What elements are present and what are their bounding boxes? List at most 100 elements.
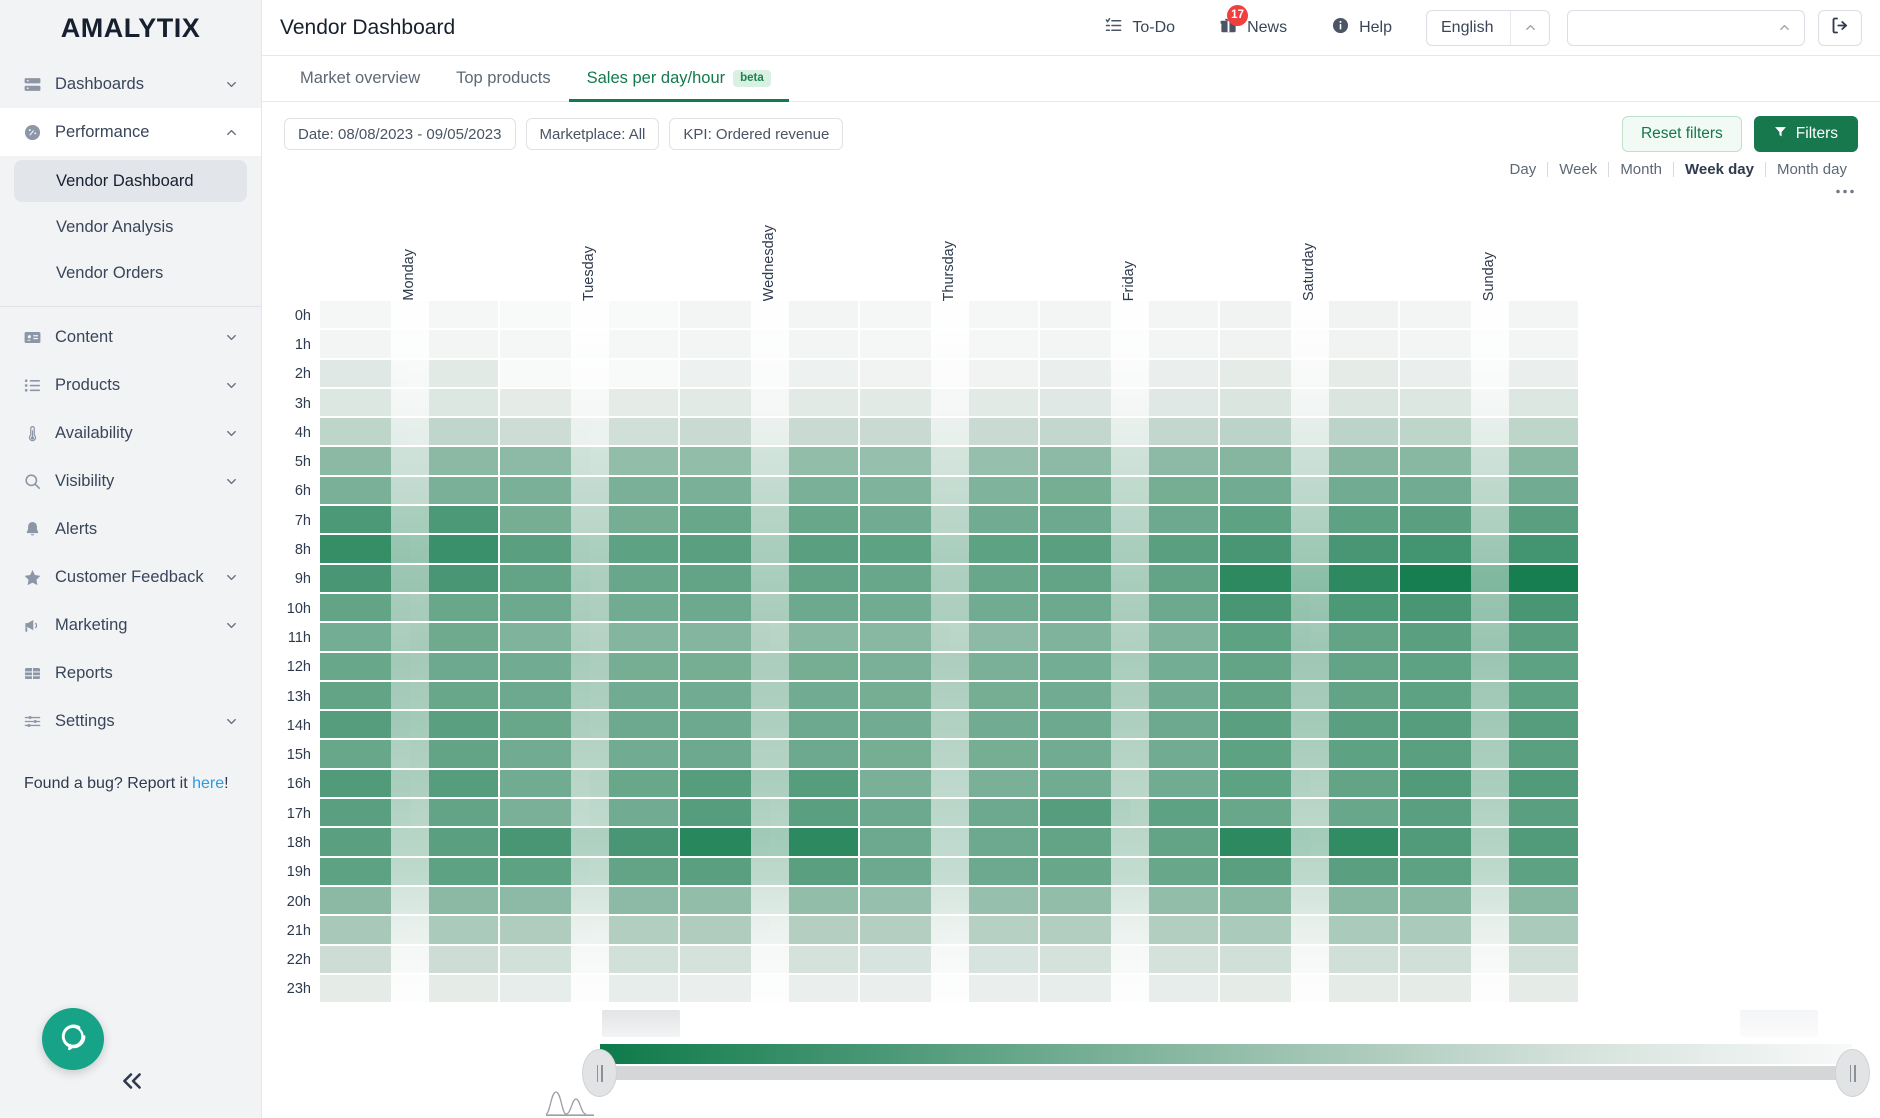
heatmap-cell[interactable] xyxy=(1400,301,1490,331)
heatmap-cell[interactable] xyxy=(680,769,770,800)
heatmap-cell[interactable] xyxy=(590,564,680,594)
heatmap-cell[interactable] xyxy=(1490,476,1580,507)
heatmap-cell[interactable] xyxy=(770,857,860,887)
heatmap-cell[interactable] xyxy=(1040,681,1130,712)
heatmap-cell[interactable] xyxy=(500,418,590,448)
language-select[interactable]: English xyxy=(1426,9,1550,46)
heatmap-cell[interactable] xyxy=(500,388,590,419)
sidebar-subitem-vendor-dashboard[interactable]: Vendor Dashboard xyxy=(14,160,247,202)
heatmap-cell[interactable] xyxy=(1400,418,1490,448)
heatmap-cell[interactable] xyxy=(1040,476,1130,507)
heatmap-cell[interactable] xyxy=(1310,740,1400,770)
heatmap-cell[interactable] xyxy=(860,740,950,770)
heatmap-cell[interactable] xyxy=(860,799,950,829)
account-select[interactable] xyxy=(1567,9,1805,46)
heatmap-cell[interactable] xyxy=(1490,799,1580,829)
tab-sales-per-day-hour[interactable]: Sales per day/hour beta xyxy=(568,69,789,102)
heatmap-cell[interactable] xyxy=(1400,886,1490,917)
heatmap-cell[interactable] xyxy=(860,301,950,331)
heatmap-cell[interactable] xyxy=(860,418,950,448)
heatmap-cell[interactable] xyxy=(1400,916,1490,946)
heatmap-cell[interactable] xyxy=(950,769,1040,800)
heatmap-cell[interactable] xyxy=(590,388,680,419)
heatmap-cell[interactable] xyxy=(680,535,770,565)
sidebar-item-performance[interactable]: Performance xyxy=(0,108,261,156)
heatmap-cell[interactable] xyxy=(770,740,860,770)
heatmap-cell[interactable] xyxy=(590,418,680,448)
heatmap-cell[interactable] xyxy=(1400,388,1490,419)
heatmap-cell[interactable] xyxy=(680,857,770,887)
heatmap-cell[interactable] xyxy=(410,769,500,800)
heatmap-cell[interactable] xyxy=(1310,974,1400,1005)
heatmap-cell[interactable] xyxy=(410,418,500,448)
heatmap-cell[interactable] xyxy=(500,886,590,917)
heatmap-cell[interactable] xyxy=(680,681,770,712)
heatmap-cell[interactable] xyxy=(590,447,680,477)
heatmap-cell[interactable] xyxy=(680,652,770,682)
heatmap-cell[interactable] xyxy=(860,623,950,653)
heatmap-cell[interactable] xyxy=(680,916,770,946)
heatmap-cell[interactable] xyxy=(950,886,1040,917)
heatmap-cell[interactable] xyxy=(500,447,590,477)
heatmap-cell[interactable] xyxy=(860,593,950,624)
heatmap-cell[interactable] xyxy=(1490,593,1580,624)
sidebar-subitem-vendor-orders[interactable]: Vendor Orders xyxy=(14,252,247,294)
heatmap-cell[interactable] xyxy=(680,974,770,1005)
heatmap-cell[interactable] xyxy=(1400,799,1490,829)
heatmap-cell[interactable] xyxy=(1220,769,1310,800)
heatmap-cell[interactable] xyxy=(1130,828,1220,858)
heatmap-cell[interactable] xyxy=(1400,711,1490,741)
heatmap-cell[interactable] xyxy=(1130,535,1220,565)
heatmap-cell[interactable] xyxy=(410,301,500,331)
heatmap-cell[interactable] xyxy=(1040,974,1130,1005)
heatmap-cell[interactable] xyxy=(500,681,590,712)
heatmap-cell[interactable] xyxy=(1490,564,1580,594)
heatmap-cell[interactable] xyxy=(590,681,680,712)
heatmap-cell[interactable] xyxy=(500,916,590,946)
heatmap-cell[interactable] xyxy=(1310,681,1400,712)
heatmap-cell[interactable] xyxy=(950,593,1040,624)
sidebar-subitem-vendor-analysis[interactable]: Vendor Analysis xyxy=(14,206,247,248)
heatmap-cell[interactable] xyxy=(1310,828,1400,858)
heatmap-cell[interactable] xyxy=(680,564,770,594)
heatmap-cell[interactable] xyxy=(320,769,410,800)
heatmap-cell[interactable] xyxy=(1130,623,1220,653)
sidebar-item-alerts[interactable]: Alerts xyxy=(0,505,261,553)
heatmap-cell[interactable] xyxy=(770,945,860,975)
heatmap-cell[interactable] xyxy=(950,974,1040,1005)
heatmap-cell[interactable] xyxy=(950,828,1040,858)
heatmap-cell[interactable] xyxy=(1310,652,1400,682)
heatmap-cell[interactable] xyxy=(1490,388,1580,419)
heatmap-cell[interactable] xyxy=(500,623,590,653)
heatmap-cell[interactable] xyxy=(590,476,680,507)
heatmap-cell[interactable] xyxy=(500,974,590,1005)
heatmap-cell[interactable] xyxy=(320,652,410,682)
heatmap-cell[interactable] xyxy=(1490,828,1580,858)
heatmap-cell[interactable] xyxy=(1490,857,1580,887)
heatmap-cell[interactable] xyxy=(320,593,410,624)
heatmap-cell[interactable] xyxy=(1130,652,1220,682)
heatmap-cell[interactable] xyxy=(1310,857,1400,887)
heatmap-cell[interactable] xyxy=(860,828,950,858)
heatmap-cell[interactable] xyxy=(860,916,950,946)
heatmap-cell[interactable] xyxy=(590,769,680,800)
heatmap-cell[interactable] xyxy=(320,623,410,653)
heatmap-cell[interactable] xyxy=(1490,681,1580,712)
reset-filters-button[interactable]: Reset filters xyxy=(1621,116,1742,152)
heatmap-cell[interactable] xyxy=(1310,359,1400,389)
todo-button[interactable]: To-Do xyxy=(1082,10,1197,46)
heatmap-cell[interactable] xyxy=(1130,593,1220,624)
heatmap-cell[interactable] xyxy=(320,828,410,858)
heatmap-cell[interactable] xyxy=(410,945,500,975)
heatmap-cell[interactable] xyxy=(1220,857,1310,887)
heatmap-cell[interactable] xyxy=(410,974,500,1005)
heatmap-cell[interactable] xyxy=(1490,330,1580,360)
heatmap-cell[interactable] xyxy=(680,886,770,917)
heatmap-cell[interactable] xyxy=(1310,476,1400,507)
heatmap-cell[interactable] xyxy=(320,857,410,887)
heatmap-cell[interactable] xyxy=(950,535,1040,565)
heatmap-cell[interactable] xyxy=(1130,711,1220,741)
heatmap-cell[interactable] xyxy=(1400,359,1490,389)
tab-market-overview[interactable]: Market overview xyxy=(282,69,438,102)
heatmap-cell[interactable] xyxy=(1310,535,1400,565)
